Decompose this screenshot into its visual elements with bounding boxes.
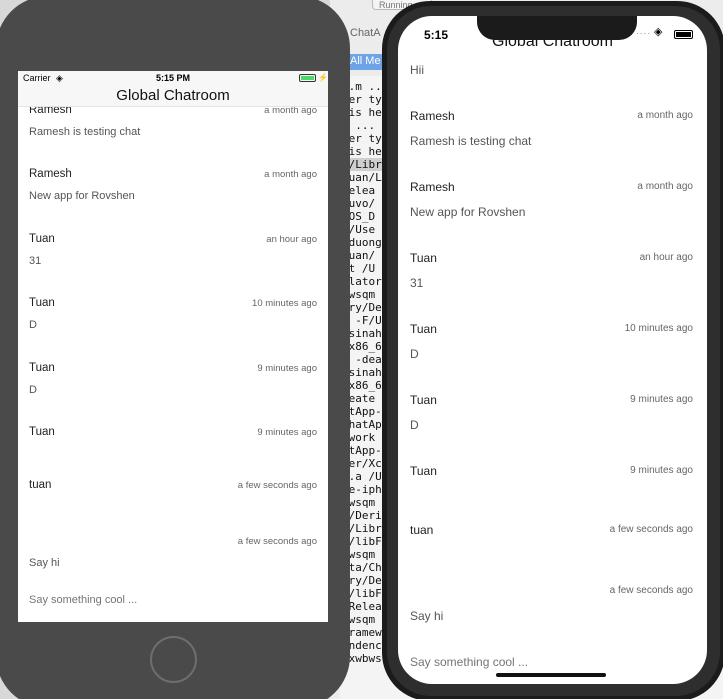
message-text: D xyxy=(29,383,37,396)
message-text: 31 xyxy=(410,276,424,290)
message-time: a month ago xyxy=(637,110,693,121)
sender-name: tuan xyxy=(29,479,52,491)
message-time: a month ago xyxy=(637,181,693,192)
message-time: 10 minutes ago xyxy=(252,298,317,310)
message-time: an hour ago xyxy=(266,233,317,245)
charging-icon: ⚡ xyxy=(318,73,328,82)
iphone8-screen: Carrier ◈ 5:15 PM ⚡ Global Chatroom Rame… xyxy=(18,71,328,622)
message-time: a few seconds ago xyxy=(609,585,693,596)
signal-icon: .... xyxy=(636,26,652,37)
message-time: a few seconds ago xyxy=(237,536,317,547)
sender-name: Tuan xyxy=(29,361,55,374)
battery-icon xyxy=(299,74,316,82)
status-time: 5:15 PM xyxy=(155,73,190,83)
message-time: 9 minutes ago xyxy=(630,465,693,476)
all-messages-tab[interactable]: All Me xyxy=(346,54,385,70)
message-list[interactable]: Ramesh a month ago Ramesh is testing chat R… xyxy=(18,107,328,582)
status-bar: Carrier ◈ 5:15 PM ⚡ xyxy=(18,71,328,86)
notch xyxy=(477,16,637,40)
message-time: 10 minutes ago xyxy=(624,323,693,334)
message-time: a month ago xyxy=(264,169,317,181)
message-text: Hii xyxy=(410,63,424,77)
message-text: D xyxy=(410,418,419,432)
message-text: D xyxy=(29,319,37,332)
message-time: 9 minutes ago xyxy=(630,394,693,405)
sender-name: Tuan xyxy=(410,322,437,336)
message-time: an hour ago xyxy=(639,252,693,263)
iphonex-screen: 5:15 .... ◈ Global Chatroom Hii Ramesh a … xyxy=(398,16,707,684)
message-text: New app for Rovshen xyxy=(410,205,526,219)
sender-name: Tuan xyxy=(29,232,55,245)
sender-name: Tuan xyxy=(410,464,437,478)
message-time: 9 minutes ago xyxy=(257,427,317,438)
message-text: Say hi xyxy=(29,557,60,569)
message-input[interactable] xyxy=(29,594,309,606)
sender-name: Tuan xyxy=(410,251,437,265)
message-list[interactable]: Hii Ramesh a month ago Ramesh is testing c… xyxy=(398,54,707,644)
sender-name: Ramesh xyxy=(29,168,72,181)
battery-icon xyxy=(674,30,693,39)
status-time: 5:15 xyxy=(424,28,449,42)
message-text: Ramesh is testing chat xyxy=(410,134,532,148)
message-input[interactable] xyxy=(410,655,690,669)
sender-name: Tuan xyxy=(410,393,437,407)
home-indicator[interactable] xyxy=(496,673,606,677)
message-time: a few seconds ago xyxy=(237,480,317,491)
scheme-label: ChatA xyxy=(350,27,381,39)
message-text: New app for Rovshen xyxy=(29,190,135,203)
sender-name: tuan xyxy=(410,523,434,537)
sender-name: Ramesh xyxy=(410,180,455,194)
message-time: 9 minutes ago xyxy=(257,362,317,374)
message-time: a month ago xyxy=(264,107,317,116)
sender-name: Ramesh xyxy=(29,107,72,116)
sender-name: Tuan xyxy=(29,426,55,438)
home-button[interactable] xyxy=(150,636,197,683)
message-time: a few seconds ago xyxy=(609,524,693,535)
message-text: 31 xyxy=(29,254,42,267)
page-title: Global Chatroom xyxy=(18,86,328,107)
message-text: Say hi xyxy=(410,609,444,623)
sender-name: Tuan xyxy=(29,297,55,310)
wifi-icon: ◈ xyxy=(654,26,663,38)
sender-name: Ramesh xyxy=(410,109,455,123)
message-text: Ramesh is testing chat xyxy=(29,126,141,138)
message-text: D xyxy=(410,347,419,361)
